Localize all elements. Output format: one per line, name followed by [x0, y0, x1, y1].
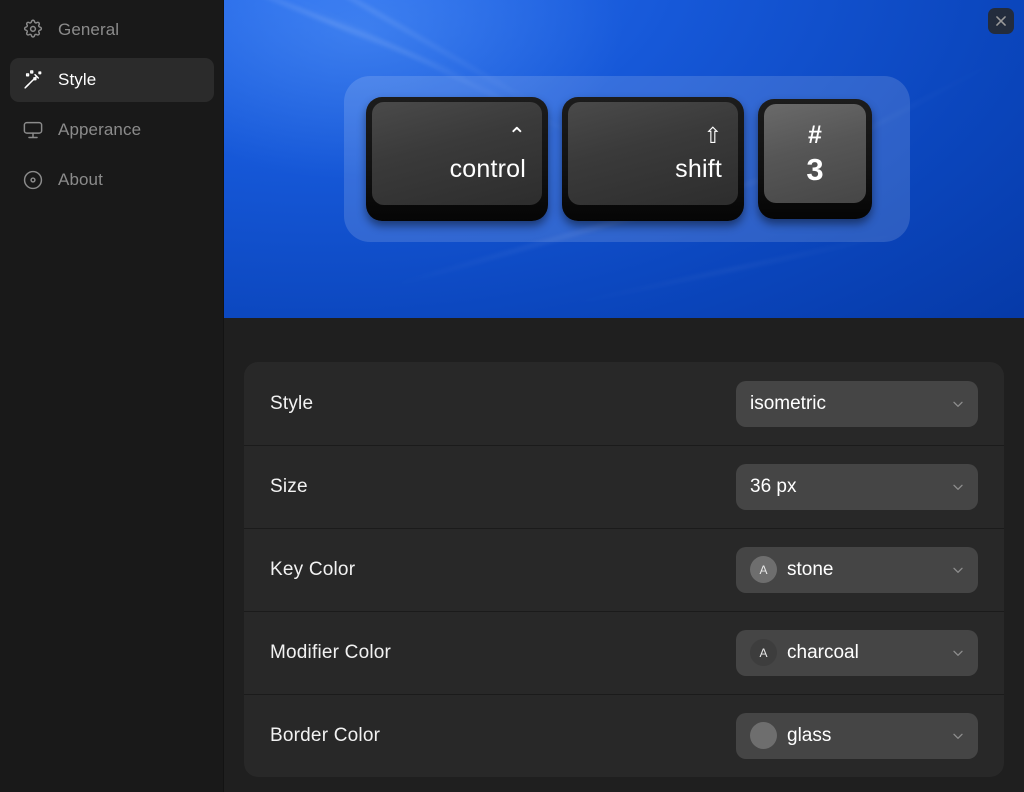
- setting-row-size: Size 36 px: [244, 445, 1004, 528]
- chevron-down-icon: [950, 645, 966, 661]
- setting-label: Key Color: [270, 558, 356, 580]
- sidebar: General Style Apperance About: [0, 0, 224, 792]
- sidebar-item-style[interactable]: Style: [10, 58, 214, 102]
- main-content: ⌃ control ⇧ shift # 3 Style isometric Si…: [224, 0, 1024, 792]
- key-control: ⌃ control: [366, 97, 548, 221]
- monitor-icon: [22, 119, 44, 141]
- setting-row-key-color: Key Color A stone: [244, 528, 1004, 611]
- key-symbol: ⇧: [703, 123, 722, 148]
- setting-label: Style: [270, 392, 314, 414]
- chevron-down-icon: [950, 396, 966, 412]
- setting-row-border-color: Border Color glass: [244, 694, 1004, 777]
- setting-label: Modifier Color: [270, 641, 392, 663]
- color-swatch: [750, 722, 777, 749]
- border-color-select[interactable]: glass: [736, 712, 978, 759]
- key-color-select-value: stone: [787, 558, 834, 580]
- key-symbol: #: [808, 120, 822, 149]
- chevron-down-icon: [950, 728, 966, 744]
- info-disc-icon: [22, 169, 44, 191]
- sidebar-item-label: About: [58, 170, 103, 189]
- wallpaper-streak: [224, 0, 474, 82]
- setting-label: Size: [270, 475, 308, 497]
- modifier-color-select-value: charcoal: [787, 641, 859, 663]
- sidebar-item-apperance[interactable]: Apperance: [10, 108, 214, 152]
- chevron-down-icon: [950, 479, 966, 495]
- setting-row-style: Style isometric: [244, 362, 1004, 445]
- sidebar-item-general[interactable]: General: [10, 8, 214, 52]
- settings-section: Style isometric Size 36 px Key Color A s…: [224, 318, 1024, 777]
- style-select[interactable]: isometric: [736, 380, 978, 427]
- sidebar-item-about[interactable]: About: [10, 158, 214, 202]
- key-color-select[interactable]: A stone: [736, 546, 978, 593]
- close-button[interactable]: [988, 8, 1014, 34]
- key-legend: # 3: [764, 120, 866, 187]
- key-3: # 3: [758, 99, 872, 219]
- settings-card: Style isometric Size 36 px Key Color A s…: [244, 362, 1004, 777]
- settings-window: General Style Apperance About ⌃ control …: [0, 0, 1024, 792]
- color-swatch: A: [750, 639, 777, 666]
- keystroke-preview: ⌃ control ⇧ shift # 3: [224, 0, 1024, 318]
- wand-icon: [22, 69, 44, 91]
- chevron-down-icon: [950, 562, 966, 578]
- key-name: shift: [675, 155, 722, 183]
- style-select-value: isometric: [750, 392, 827, 414]
- sidebar-item-label: Style: [58, 70, 97, 89]
- border-color-select-value: glass: [787, 724, 832, 746]
- key-face: # 3: [764, 104, 866, 203]
- close-icon: [996, 16, 1006, 26]
- key-legend: ⌃ control: [372, 125, 542, 182]
- color-swatch: A: [750, 556, 777, 583]
- setting-label: Border Color: [270, 724, 381, 746]
- modifier-color-select[interactable]: A charcoal: [736, 629, 978, 676]
- key-name: control: [449, 155, 526, 183]
- sidebar-item-label: General: [58, 20, 120, 39]
- wallpaper-streak: [557, 230, 911, 308]
- key-legend: ⇧ shift: [568, 125, 738, 182]
- size-select[interactable]: 36 px: [736, 463, 978, 510]
- key-face: ⇧ shift: [568, 102, 738, 205]
- key-symbol: ⌃: [507, 123, 526, 148]
- size-select-value: 36 px: [750, 475, 797, 497]
- gear-icon: [22, 19, 44, 41]
- setting-row-modifier-color: Modifier Color A charcoal: [244, 611, 1004, 694]
- key-face: ⌃ control: [372, 102, 542, 205]
- sidebar-item-label: Apperance: [58, 120, 142, 139]
- key-name: 3: [806, 151, 824, 187]
- key-shift: ⇧ shift: [562, 97, 744, 221]
- keys-panel: ⌃ control ⇧ shift # 3: [344, 76, 910, 242]
